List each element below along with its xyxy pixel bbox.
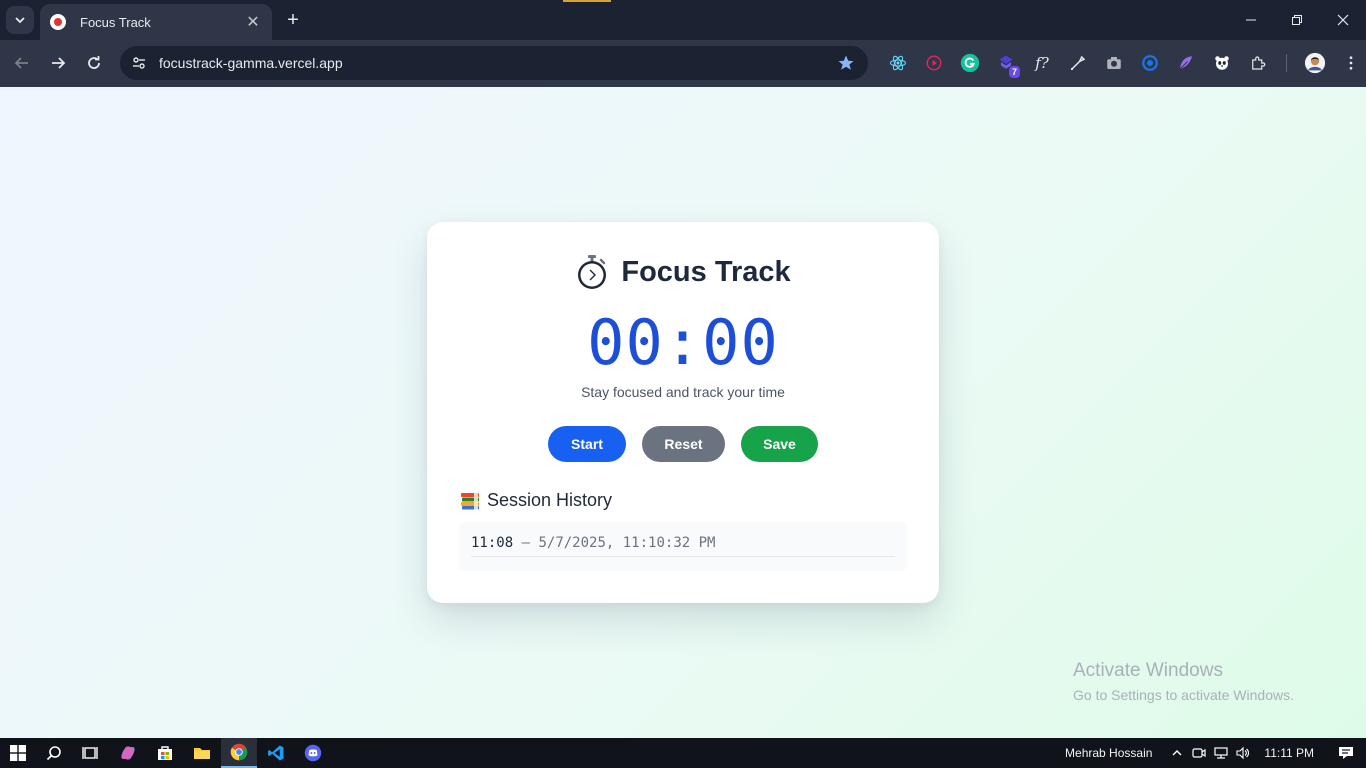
reset-button[interactable]: Reset xyxy=(642,426,725,462)
extension-badge-count: 7 xyxy=(1008,66,1020,78)
session-history-header: Session History xyxy=(460,490,612,511)
taskbar-clock[interactable]: 11:11 PM xyxy=(1264,746,1314,760)
hidden-icons-chevron-up-icon[interactable] xyxy=(1166,738,1188,768)
page-content: Focus Track 00:00 Stay focused and track… xyxy=(0,87,1366,738)
profile-avatar[interactable] xyxy=(1297,47,1333,79)
close-window-button[interactable] xyxy=(1320,0,1366,40)
close-icon xyxy=(1337,14,1349,26)
start-button[interactable]: Start xyxy=(548,426,626,462)
watermark-subtitle: Go to Settings to activate Windows. xyxy=(1073,687,1294,703)
stopwatch-icon xyxy=(578,255,607,289)
task-view-icon xyxy=(82,747,98,759)
site-info-icon[interactable] xyxy=(122,46,156,80)
tab-strip-accent xyxy=(563,0,611,2)
tray-user-name[interactable]: Mehrab Hossain xyxy=(1065,746,1152,760)
activate-windows-watermark: Activate Windows Go to Settings to activ… xyxy=(1073,660,1294,703)
reload-icon xyxy=(88,56,100,69)
close-tab-icon[interactable]: ✕ xyxy=(244,12,262,32)
toolbar-divider xyxy=(1286,54,1287,72)
network-icon[interactable] xyxy=(1210,738,1232,768)
windows-logo-icon xyxy=(10,745,26,761)
feather-icon[interactable] xyxy=(1168,47,1204,79)
reload-button[interactable] xyxy=(80,49,108,77)
focus-track-card: Focus Track 00:00 Stay focused and track… xyxy=(427,222,939,603)
minimize-button[interactable] xyxy=(1228,0,1274,40)
chrome-icon xyxy=(230,743,248,761)
arrow-right-icon xyxy=(52,57,66,69)
discord-app[interactable] xyxy=(295,738,331,768)
store-icon xyxy=(158,746,172,760)
vscode-icon xyxy=(268,745,284,761)
folder-icon xyxy=(194,748,210,759)
restore-icon xyxy=(1292,15,1302,25)
session-duration: 11:08 xyxy=(471,535,514,551)
react-devtools-icon[interactable] xyxy=(880,47,916,79)
store-app[interactable] xyxy=(147,738,183,768)
system-tray: Mehrab Hossain 11:11 PM xyxy=(1065,738,1366,768)
tab-title: Focus Track xyxy=(80,14,151,30)
extension-badge-icon[interactable]: 7 xyxy=(988,47,1024,79)
extensions-puzzle-icon[interactable] xyxy=(1240,47,1276,79)
search-icon xyxy=(46,746,61,761)
font-finder-icon[interactable]: f? xyxy=(1024,47,1060,79)
start-menu-button[interactable] xyxy=(0,738,36,768)
grammarly-icon[interactable] xyxy=(952,47,988,79)
timer-subtitle: Stay focused and track your time xyxy=(581,384,785,400)
meet-now-icon[interactable] xyxy=(1188,738,1210,768)
notifications-icon[interactable] xyxy=(1326,738,1366,768)
color-picker-icon[interactable] xyxy=(1060,47,1096,79)
blue-circle-icon[interactable] xyxy=(1132,47,1168,79)
back-button[interactable] xyxy=(8,49,36,77)
taskbar-search-button[interactable] xyxy=(36,738,72,768)
timer-controls: Start Reset Save xyxy=(427,426,939,462)
video-player-icon[interactable] xyxy=(916,47,952,79)
chevron-down-icon xyxy=(15,17,25,24)
watermark-title: Activate Windows xyxy=(1073,660,1223,681)
session-history-list: 11:08 – 5/7/2025, 11:10:32 PM xyxy=(459,522,907,571)
forward-button[interactable] xyxy=(44,49,72,77)
page-title: Focus Track xyxy=(621,255,791,288)
camera-icon[interactable] xyxy=(1096,47,1132,79)
minimize-icon xyxy=(1246,19,1256,21)
session-timestamp: 5/7/2025, 11:10:32 PM xyxy=(538,535,716,551)
task-view-button[interactable] xyxy=(72,738,108,768)
bookmark-star-icon[interactable] xyxy=(830,54,862,72)
extensions-area: 7 f? xyxy=(880,47,1366,79)
favicon-icon xyxy=(50,14,66,30)
title-row: Focus Track xyxy=(427,254,939,290)
session-history-title: Session History xyxy=(487,490,613,510)
browser-toolbar: focustrack-gamma.vercel.app 7 f? xyxy=(0,40,1366,87)
discord-icon xyxy=(304,744,322,762)
window-controls xyxy=(1228,0,1366,40)
browser-tab[interactable]: Focus Track ✕ xyxy=(40,4,272,40)
browser-tab-strip: Focus Track ✕ + xyxy=(0,0,1366,40)
url-text[interactable]: focustrack-gamma.vercel.app xyxy=(159,55,830,71)
copilot-icon xyxy=(121,746,135,760)
restore-button[interactable] xyxy=(1274,0,1320,40)
vscode-app[interactable] xyxy=(258,738,294,768)
arrow-left-icon xyxy=(14,57,28,69)
list-item: 11:08 – 5/7/2025, 11:10:32 PM xyxy=(471,535,895,557)
file-explorer-app[interactable] xyxy=(184,738,220,768)
panda-icon[interactable] xyxy=(1204,47,1240,79)
session-separator: – xyxy=(521,535,531,551)
new-tab-button[interactable]: + xyxy=(282,8,304,32)
timer-display: 00:00 xyxy=(587,306,779,379)
chrome-app[interactable] xyxy=(221,738,257,768)
copilot-app[interactable] xyxy=(110,738,146,768)
windows-taskbar: Mehrab Hossain 11:11 PM xyxy=(0,738,1366,768)
address-bar[interactable]: focustrack-gamma.vercel.app xyxy=(120,46,868,80)
volume-icon[interactable] xyxy=(1232,738,1254,768)
books-icon xyxy=(461,492,479,509)
tab-search-button[interactable] xyxy=(6,6,34,34)
save-button[interactable]: Save xyxy=(741,426,818,462)
browser-menu-icon[interactable] xyxy=(1333,47,1366,79)
